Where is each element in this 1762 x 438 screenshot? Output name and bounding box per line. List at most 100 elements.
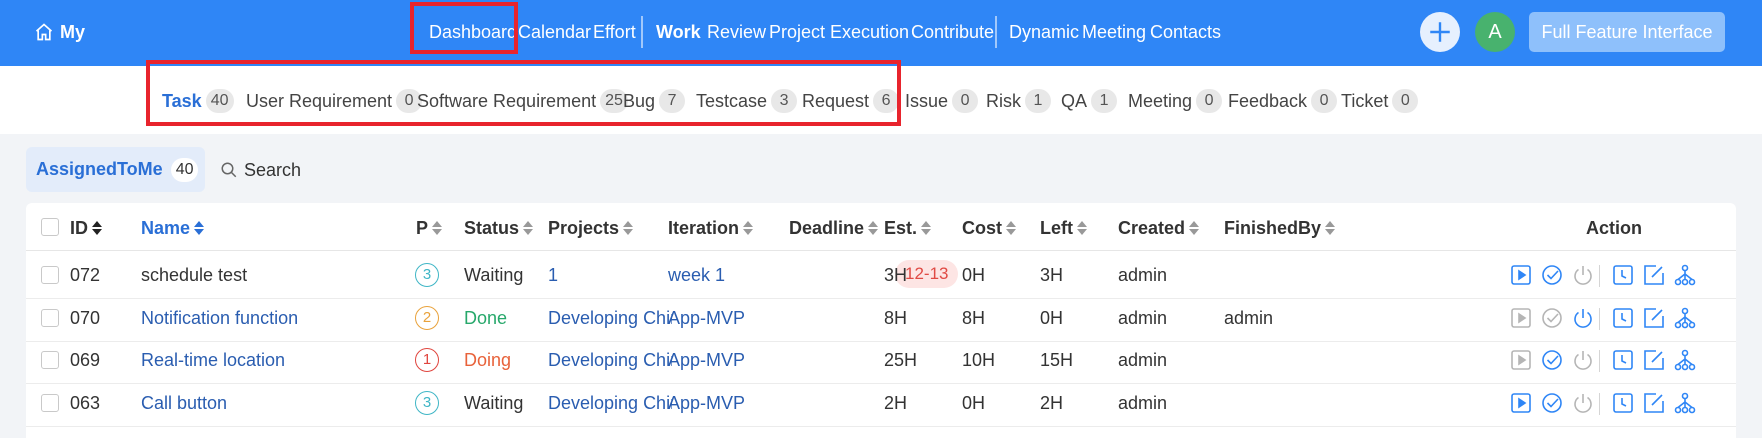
sort-icon	[1006, 221, 1016, 235]
edit-icon[interactable]	[1642, 391, 1666, 415]
iteration-link[interactable]: App-MVP	[668, 392, 745, 414]
column-id[interactable]: ID	[70, 217, 102, 239]
record-effort-icon[interactable]	[1611, 306, 1635, 330]
nav-dashboard[interactable]: Dashboard	[429, 20, 517, 44]
column-estimate[interactable]: Est.	[884, 217, 932, 239]
row-checkbox[interactable]	[41, 393, 59, 412]
nav-work[interactable]: Work	[656, 20, 701, 44]
project-link[interactable]: Developing Chir	[548, 349, 672, 371]
edit-icon[interactable]	[1642, 263, 1666, 287]
task-name-link[interactable]: Real-time location	[141, 349, 285, 371]
column-name[interactable]: Name	[141, 217, 205, 239]
close-icon[interactable]	[1571, 391, 1595, 415]
close-icon[interactable]	[1571, 348, 1595, 372]
column-status[interactable]: Status	[464, 217, 534, 239]
tab-label: Risk	[986, 90, 1021, 111]
column-label: Status	[464, 217, 520, 238]
create-button[interactable]	[1420, 12, 1460, 52]
column-cost[interactable]: Cost	[962, 217, 1016, 239]
edit-icon[interactable]	[1642, 306, 1666, 330]
count-badge: 7	[659, 89, 686, 113]
table-row[interactable]: 069 Real-time location 1 Doing Developing Ch…	[26, 337, 1736, 384]
column-created[interactable]: Created	[1118, 217, 1200, 239]
tab-software-requirement[interactable]: Software Requirement 25	[417, 88, 628, 114]
iteration-link[interactable]: App-MVP	[668, 307, 745, 329]
nav-contacts[interactable]: Contacts	[1150, 20, 1221, 44]
finish-icon[interactable]	[1540, 263, 1564, 287]
nav-project[interactable]: Project	[769, 20, 825, 44]
row-checkbox[interactable]	[41, 351, 59, 369]
row-checkbox[interactable]	[41, 266, 59, 284]
nav-review[interactable]: Review	[707, 20, 766, 44]
nav-calendar[interactable]: Calendar	[518, 20, 591, 44]
tab-qa[interactable]: QA 1	[1061, 88, 1118, 114]
tab-request[interactable]: Request 6	[802, 88, 900, 114]
start-icon[interactable]	[1509, 263, 1533, 287]
full-feature-interface-button[interactable]: Full Feature Interface	[1529, 12, 1725, 52]
tab-user-requirement[interactable]: User Requirement 0	[246, 88, 423, 114]
task-name-link[interactable]: Call button	[141, 392, 227, 414]
estimate-value: 3H	[884, 265, 908, 285]
home-icon	[35, 23, 53, 41]
nav-effort[interactable]: Effort	[593, 20, 636, 44]
column-iteration[interactable]: Iteration	[668, 217, 754, 239]
search-toggle[interactable]: Search	[220, 158, 301, 182]
task-name-link[interactable]: schedule test	[141, 264, 247, 286]
finish-icon[interactable]	[1540, 348, 1564, 372]
nav-execution[interactable]: Execution	[830, 20, 909, 44]
tab-label: QA	[1061, 90, 1088, 111]
iteration-link[interactable]: week 1	[668, 264, 725, 286]
count-badge: 0	[1196, 89, 1223, 113]
finish-icon[interactable]	[1540, 391, 1564, 415]
start-icon[interactable]	[1509, 306, 1533, 330]
start-icon[interactable]	[1509, 391, 1533, 415]
record-effort-icon[interactable]	[1611, 263, 1635, 287]
my-home-link[interactable]: My	[34, 20, 85, 44]
subtask-icon[interactable]	[1673, 306, 1697, 330]
nav-dynamic[interactable]: Dynamic	[1009, 20, 1079, 44]
avatar[interactable]: A	[1475, 12, 1515, 52]
column-finished-by[interactable]: FinishedBy	[1224, 217, 1336, 239]
task-name-link[interactable]: Notification function	[141, 307, 298, 329]
project-link[interactable]: 1	[548, 264, 672, 286]
tab-label: Meeting	[1128, 90, 1193, 111]
tab-risk[interactable]: Risk 1	[986, 88, 1051, 114]
record-effort-icon[interactable]	[1611, 348, 1635, 372]
project-link[interactable]: Developing Chir	[548, 307, 672, 329]
assigned-to-me-filter[interactable]: AssignedToMe 40	[26, 147, 205, 192]
iteration-link[interactable]: App-MVP	[668, 349, 745, 371]
cost-value: 10H	[962, 350, 996, 370]
nav-meeting[interactable]: Meeting	[1082, 20, 1146, 44]
tab-testcase[interactable]: Testcase 3	[696, 88, 798, 114]
tab-task[interactable]: Task 40	[162, 88, 234, 114]
table-row[interactable]: 063 Call button 3 Waiting Developing Chir App…	[26, 380, 1736, 427]
table-row[interactable]: 070 Notification function 2 Done Developing …	[26, 295, 1736, 342]
tab-meeting[interactable]: Meeting 0	[1128, 88, 1223, 114]
select-all-checkbox[interactable]	[41, 218, 59, 236]
column-deadline[interactable]: Deadline	[789, 217, 879, 239]
project-link[interactable]: Developing Chir	[548, 392, 672, 414]
row-checkbox[interactable]	[41, 308, 59, 327]
edit-icon[interactable]	[1642, 348, 1666, 372]
record-effort-icon[interactable]	[1611, 391, 1635, 415]
close-icon[interactable]	[1571, 306, 1595, 330]
subtask-icon[interactable]	[1673, 263, 1697, 287]
column-left[interactable]: Left	[1040, 217, 1087, 239]
subtask-icon[interactable]	[1673, 348, 1697, 372]
tab-ticket[interactable]: Ticket 0	[1341, 88, 1419, 114]
tab-label: Software Requirement	[417, 90, 597, 111]
tab-bug[interactable]: Bug 7	[623, 88, 686, 114]
tab-feedback[interactable]: Feedback 0	[1228, 88, 1338, 114]
tab-label: Ticket	[1341, 90, 1389, 111]
column-priority[interactable]: P	[416, 217, 443, 239]
nav-contribute[interactable]: Contribute	[911, 20, 994, 44]
finish-icon[interactable]	[1540, 306, 1564, 330]
column-label: Action	[1586, 217, 1642, 238]
column-projects[interactable]: Projects	[548, 217, 634, 239]
table-row[interactable]: 072 schedule test 3 Waiting 1 week 1 12-13 3H 0H…	[26, 252, 1736, 299]
created-by: admin	[1118, 392, 1168, 413]
subtask-icon[interactable]	[1673, 391, 1697, 415]
start-icon[interactable]	[1509, 348, 1533, 372]
tab-issue[interactable]: Issue 0	[905, 88, 979, 114]
close-icon[interactable]	[1571, 263, 1595, 287]
